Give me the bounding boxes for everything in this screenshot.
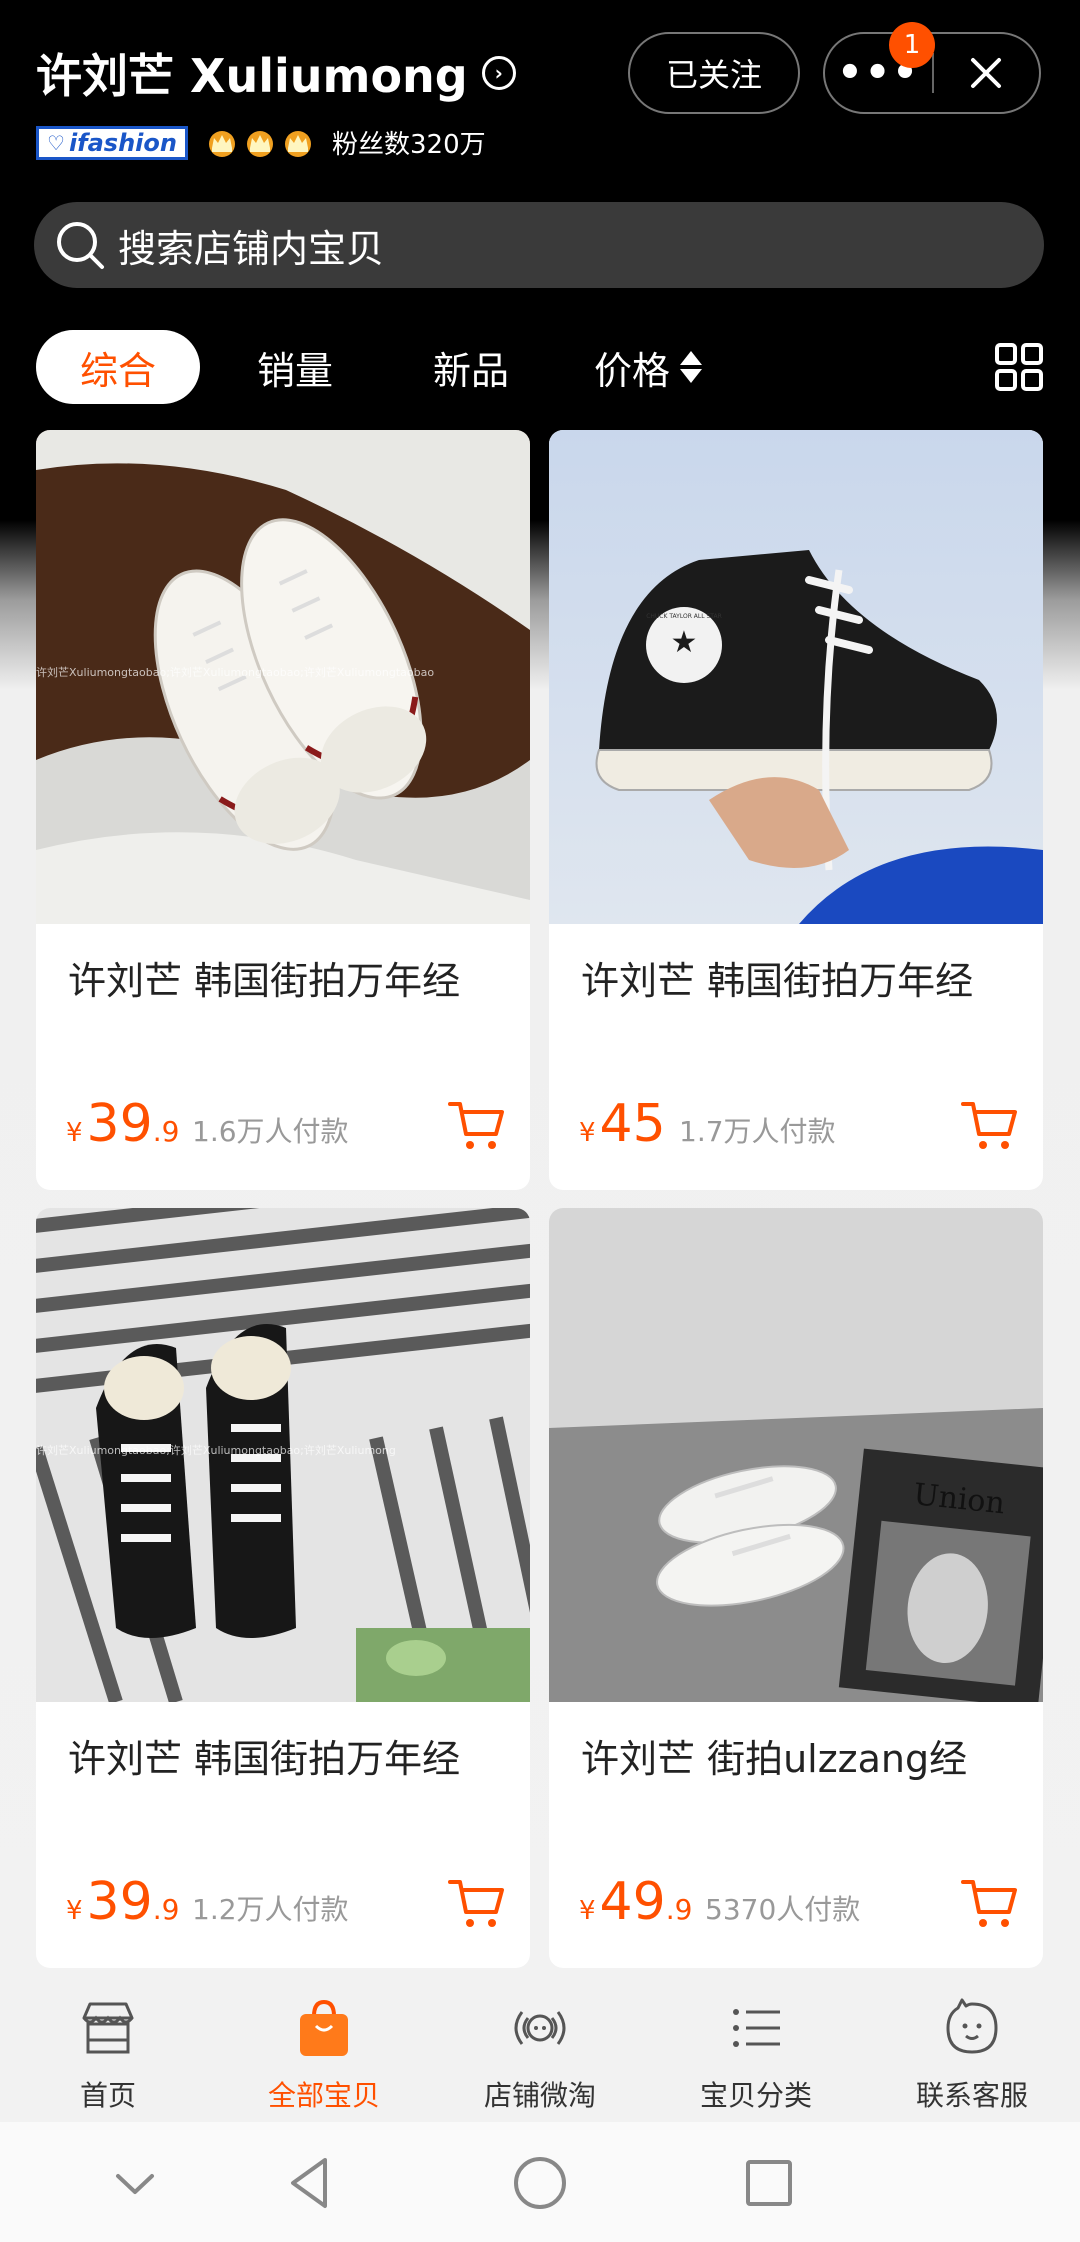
product-price: ¥ 39 .9: [66, 1094, 179, 1154]
product-title[interactable]: 许刘芒 韩国街拍万年经: [68, 1728, 508, 1783]
add-to-cart-icon[interactable]: [959, 1098, 1019, 1154]
back-icon[interactable]: [275, 2148, 345, 2218]
currency-symbol: ¥: [66, 1118, 83, 1148]
store-name[interactable]: 许刘芒 Xuliumong ›: [36, 40, 516, 106]
product-price: ¥ 49 .9: [579, 1872, 692, 1932]
ifashion-badge-text: ifashion: [68, 128, 177, 157]
tab-sales[interactable]: 销量: [230, 330, 360, 404]
grid-view-icon[interactable]: [994, 342, 1044, 392]
search-placeholder: 搜索店铺内宝贝: [118, 226, 385, 271]
product-card[interactable]: 许刘芒Xuliumongtaobao;许刘芒Xuliumongtaobao;许刘…: [36, 430, 530, 1190]
crown-rating: [204, 128, 316, 158]
add-to-cart-icon[interactable]: [959, 1876, 1019, 1932]
price-integer: 45: [599, 1094, 666, 1154]
tab-label: 价格: [593, 348, 670, 393]
add-to-cart-icon[interactable]: [446, 1876, 506, 1932]
home-circle-icon[interactable]: [505, 2148, 575, 2218]
bottom-nav: 首页 全部宝贝 店铺微淘 宝贝分类 联系客服: [0, 1980, 1080, 2122]
price-integer: 39: [86, 1094, 153, 1154]
product-title[interactable]: 许刘芒 街拍ulzzang经: [581, 1728, 1021, 1783]
product-image[interactable]: 许刘芒Xuliumongtaobao;许刘芒Xuliumongtaobao;许刘…: [36, 430, 530, 924]
price-decimal: .9: [152, 1115, 180, 1148]
currency-symbol: ¥: [579, 1118, 596, 1148]
nav-label: 首页: [79, 2079, 136, 2112]
recents-square-icon[interactable]: [734, 2148, 804, 2218]
watermark-text: 许刘芒Xuliumongtaobao;许刘芒Xuliumongtaobao;许刘…: [36, 666, 434, 679]
storefront-icon: [82, 2002, 134, 2054]
add-to-cart-icon[interactable]: [446, 1098, 506, 1154]
watermark-text: 许刘芒Xuliumongtaobao;许刘芒Xuliumongtaobao;许刘…: [36, 1444, 396, 1457]
crown-icon: [280, 128, 316, 158]
nav-label: 宝贝分类: [699, 2079, 812, 2112]
chat-icon: [946, 1998, 998, 2054]
crown-icon: [242, 128, 278, 158]
product-price: ¥ 45: [579, 1094, 666, 1154]
store-header: 许刘芒 Xuliumong › ♡ ifashion 粉丝数320万 已关注 •…: [0, 0, 1080, 310]
nav-home[interactable]: 首页: [8, 1980, 208, 2122]
store-page: 许刘芒 Xuliumong › ♡ ifashion 粉丝数320万 已关注 •…: [0, 0, 1080, 2242]
nav-label: 联系客服: [915, 2079, 1028, 2112]
close-icon[interactable]: [934, 33, 1039, 113]
product-title[interactable]: 许刘芒 韩国街拍万年经: [581, 950, 1021, 1005]
sort-arrows-icon: [680, 351, 702, 383]
chevron-down-icon[interactable]: [100, 2148, 170, 2218]
ifashion-badge: ♡ ifashion: [36, 125, 188, 160]
price-decimal: .9: [665, 1893, 693, 1926]
broadcast-icon: [514, 2011, 566, 2045]
product-image[interactable]: ★ CHUCK TAYLOR ALL STAR: [549, 430, 1043, 924]
price-decimal: .9: [152, 1893, 180, 1926]
nav-all-items[interactable]: 全部宝贝: [224, 1980, 424, 2122]
tab-price[interactable]: 价格: [578, 330, 718, 404]
currency-symbol: ¥: [579, 1896, 596, 1926]
sales-count: 5370人付款: [705, 1893, 861, 1926]
price-integer: 39: [86, 1872, 153, 1932]
product-card[interactable]: ★ CHUCK TAYLOR ALL STAR 许刘芒 韩国街拍万年经 ¥ 45…: [549, 430, 1043, 1190]
shoe-patch-text: CHUCK TAYLOR ALL STAR: [646, 613, 722, 620]
notification-badge: 1: [889, 22, 935, 68]
sales-count: 1.6万人付款: [192, 1115, 349, 1148]
nav-label: 全部宝贝: [267, 2079, 380, 2112]
product-image[interactable]: Union: [549, 1208, 1043, 1702]
store-badges: ♡ ifashion 粉丝数320万: [36, 124, 486, 161]
sales-count: 1.7万人付款: [679, 1115, 836, 1148]
product-card[interactable]: 许刘芒Xuliumongtaobao;许刘芒Xuliumongtaobao;许刘…: [36, 1208, 530, 1968]
store-name-text: 许刘芒 Xuliumong: [36, 49, 468, 103]
system-nav-bar: [0, 2122, 1080, 2242]
nav-label: 店铺微淘: [483, 2079, 596, 2112]
currency-symbol: ¥: [66, 1896, 83, 1926]
product-image[interactable]: 许刘芒Xuliumongtaobao;许刘芒Xuliumongtaobao;许刘…: [36, 1208, 530, 1702]
list-icon: [733, 2009, 780, 2047]
product-price: ¥ 39 .9: [66, 1872, 179, 1932]
store-info-icon[interactable]: ›: [481, 56, 516, 90]
search-icon: [57, 222, 104, 269]
tab-label: 综合: [79, 348, 156, 393]
svg-text:★: ★: [671, 625, 698, 660]
nav-weitao[interactable]: 店铺微淘: [440, 1980, 640, 2122]
price-integer: 49: [599, 1872, 666, 1932]
tab-label: 新品: [432, 348, 509, 393]
shopping-bag-icon: [300, 1999, 348, 2056]
tab-new[interactable]: 新品: [406, 330, 536, 404]
heart-icon: ♡: [47, 130, 65, 155]
tab-comprehensive[interactable]: 综合: [36, 330, 200, 404]
sales-count: 1.2万人付款: [192, 1893, 349, 1926]
sort-tabs: 综合 销量 新品 价格: [0, 330, 1080, 410]
follow-button[interactable]: 已关注: [628, 32, 800, 114]
nav-customer-service[interactable]: 联系客服: [872, 1980, 1072, 2122]
tab-label: 销量: [256, 348, 333, 393]
crown-icon: [204, 128, 240, 158]
product-card[interactable]: Union 许刘芒 街拍ulzzang经 ¥ 49 .9 5370人付款: [549, 1208, 1043, 1968]
search-bar[interactable]: 搜索店铺内宝贝: [34, 202, 1044, 288]
nav-categories[interactable]: 宝贝分类: [656, 1980, 856, 2122]
fans-count: 粉丝数320万: [331, 130, 486, 160]
product-title[interactable]: 许刘芒 韩国街拍万年经: [68, 950, 508, 1005]
